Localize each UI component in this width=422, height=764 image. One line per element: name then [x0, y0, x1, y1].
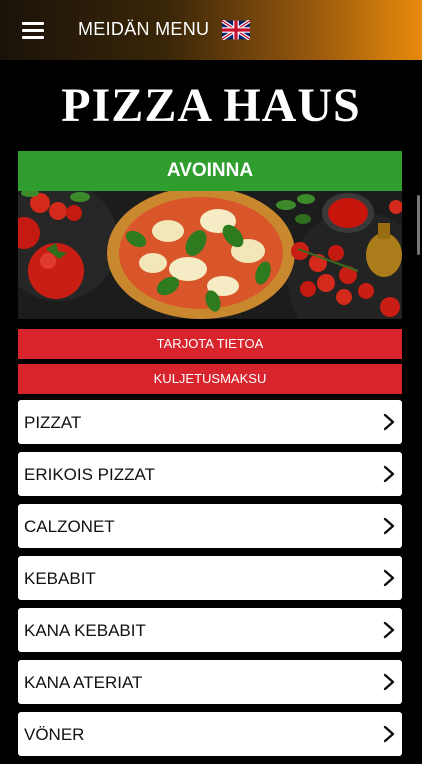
menu-item-erikois-pizzat[interactable]: ERIKOIS PIZZAT	[18, 452, 402, 496]
menu-item-label: VÖNER	[24, 725, 85, 744]
open-status-banner: AVOINNA	[18, 151, 402, 191]
header-title: MEIDÄN MENU	[78, 19, 210, 39]
chevron-right-icon	[383, 465, 395, 483]
restaurant-name: PIZZA HAUS	[61, 79, 361, 132]
menu-item-label: KEBABIT	[24, 569, 96, 588]
menu-item-calzonet[interactable]: CALZONET	[18, 504, 402, 548]
chevron-right-icon	[383, 621, 395, 639]
menu-item-label: KANA ATERIAT	[24, 673, 143, 692]
hamburger-menu-icon[interactable]	[22, 22, 44, 39]
offer-info-button[interactable]: TARJOTA TIETOA	[18, 329, 402, 359]
menu-item-pizzat[interactable]: PIZZAT	[18, 400, 402, 444]
menu-item-label: CALZONET	[24, 517, 115, 536]
uk-flag-icon[interactable]	[222, 20, 250, 40]
menu-item-label: PIZZAT	[24, 413, 82, 432]
menu-item-label: KANA KEBABIT	[24, 621, 146, 640]
menu-item-kana-ateriat[interactable]: KANA ATERIAT	[18, 660, 402, 704]
chevron-right-icon	[383, 517, 395, 535]
chevron-right-icon	[383, 725, 395, 743]
chevron-right-icon	[383, 569, 395, 587]
chevron-right-icon	[383, 673, 395, 691]
scrollbar[interactable]	[417, 195, 420, 255]
menu-item-kana-kebabit[interactable]: KANA KEBABIT	[18, 608, 402, 652]
menu-category-list: PIZZAT ERIKOIS PIZZAT CALZONET KEBABIT K…	[18, 400, 402, 764]
chevron-right-icon	[383, 413, 395, 431]
top-app-bar: MEIDÄN MENU	[0, 0, 422, 60]
menu-item-voner[interactable]: VÖNER	[18, 712, 402, 756]
menu-item-label: ERIKOIS PIZZAT	[24, 465, 155, 484]
delivery-fee-button[interactable]: KULJETUSMAKSU	[18, 364, 402, 394]
menu-item-kebabit[interactable]: KEBABIT	[18, 556, 402, 600]
pizza-hero-image	[18, 191, 402, 319]
